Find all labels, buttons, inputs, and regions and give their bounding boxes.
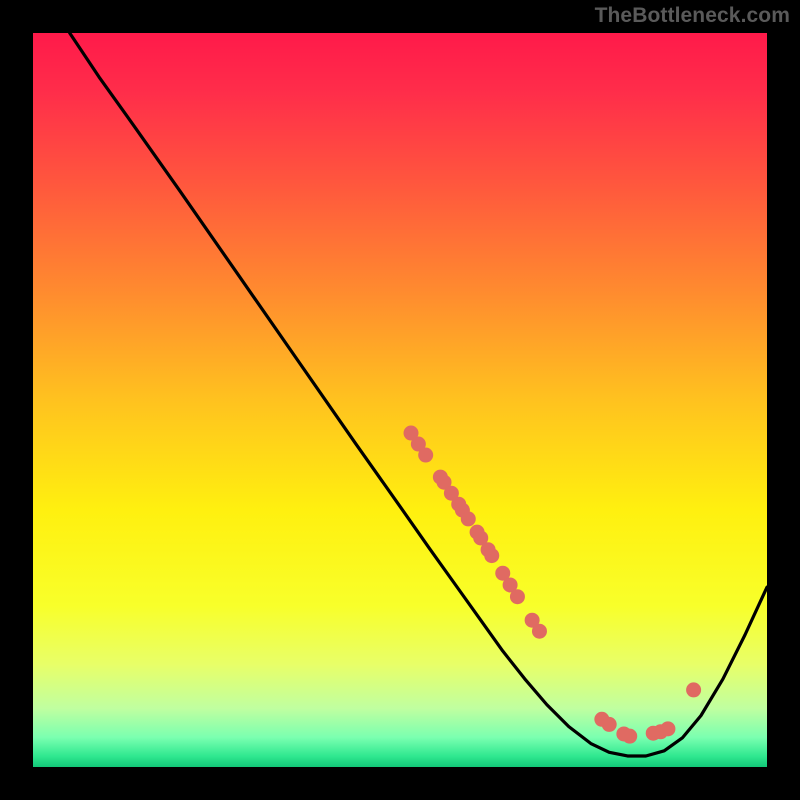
watermark-text: TheBottleneck.com — [595, 4, 790, 28]
data-point — [461, 511, 476, 526]
data-point — [510, 589, 525, 604]
data-point — [532, 624, 547, 639]
chart-background — [33, 33, 767, 767]
chart-svg — [33, 33, 767, 767]
data-point — [602, 717, 617, 732]
data-point — [660, 721, 675, 736]
data-point — [686, 682, 701, 697]
chart-container: TheBottleneck.com — [0, 0, 800, 800]
data-point — [622, 729, 637, 744]
chart-plot-area — [33, 33, 767, 767]
data-point — [484, 548, 499, 563]
data-point — [418, 448, 433, 463]
